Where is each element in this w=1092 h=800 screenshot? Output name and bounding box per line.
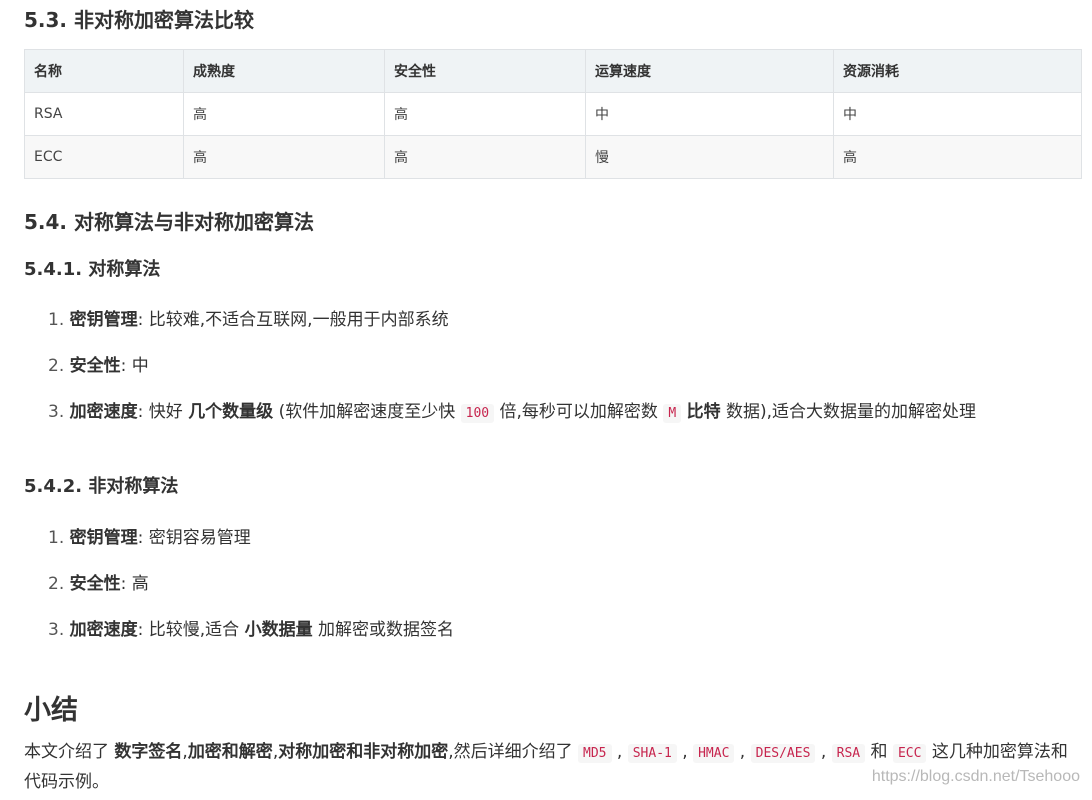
summary-bold: 加密和解密 <box>187 742 273 762</box>
watermark: https://blog.csdn.net/Tsehooo <box>871 768 1080 785</box>
list-item-text: 比较慢,适合 <box>148 620 245 640</box>
summary-paragraph: 本文介绍了 数字签名,加密和解密,对称加密和非对称加密,然后详细介绍了 MD5 … <box>24 738 1082 796</box>
table-header-cell: 资源消耗 <box>833 49 1082 93</box>
inline-code: HMAC <box>693 744 735 763</box>
table-header-cell: 安全性 <box>384 49 586 93</box>
list-separator: : <box>137 310 144 330</box>
list-item: 2. 安全性: 中 <box>48 354 976 400</box>
inline-code: 100 <box>460 404 495 423</box>
list-item: 1. 密钥管理: 密钥容易管理 <box>48 526 454 572</box>
summary-text: , <box>676 742 694 762</box>
list-item-label: 密钥管理 <box>69 528 138 548</box>
list-separator: : <box>137 402 144 422</box>
list-item-label: 加密速度 <box>69 620 138 640</box>
list-item: 2. 安全性: 高 <box>48 572 454 618</box>
list-number: 3. <box>48 620 65 640</box>
list-number: 3. <box>48 402 65 422</box>
table-cell: 中 <box>585 92 834 136</box>
asymmetric-list: 1. 密钥管理: 密钥容易管理 2. 安全性: 高 3. 加密速度: 比较慢,适… <box>48 526 454 664</box>
list-item-bold: 比特 <box>686 402 721 422</box>
table-header-row: 名称 成熟度 安全性 运算速度 资源消耗 <box>24 49 1082 93</box>
list-item-text: 加解密或数据签名 <box>312 620 454 640</box>
table-cell: ECC <box>24 135 184 179</box>
summary-bold: 数字签名 <box>114 742 183 762</box>
list-item-label: 加密速度 <box>69 402 138 422</box>
list-number: 1. <box>48 528 65 548</box>
list-item-text: 密钥容易管理 <box>148 528 251 548</box>
inline-code: MD5 <box>578 744 612 763</box>
list-number: 1. <box>48 310 65 330</box>
list-item-label: 安全性 <box>69 574 121 594</box>
section-5-4-2-heading: 5.4.2. 非对称算法 <box>24 476 179 497</box>
inline-code: ECC <box>892 744 927 763</box>
list-item: 3. 加密速度: 快好 几个数量级 (软件加解密速度至少快 100 倍,每秒可以… <box>48 400 976 446</box>
list-item: 1. 密钥管理: 比较难,不适合互联网,一般用于内部系统 <box>48 308 976 354</box>
list-item-bold: 小数据量 <box>244 620 313 640</box>
inline-code: DES/AES <box>750 744 816 763</box>
summary-text: , <box>815 742 832 762</box>
list-item-text: (软件加解密速度至少快 <box>273 402 461 422</box>
list-item-text: 数据),适合大数据量的加解密处理 <box>720 402 977 422</box>
inline-code: RSA <box>831 744 866 763</box>
table-cell: 中 <box>833 92 1082 136</box>
list-item-text: 比较难,不适合互联网,一般用于内部系统 <box>148 310 449 330</box>
list-number: 2. <box>48 574 65 594</box>
list-item-label: 密钥管理 <box>69 310 138 330</box>
table-header-cell: 运算速度 <box>585 49 834 93</box>
table-cell: 高 <box>384 92 586 136</box>
list-item-label: 安全性 <box>69 356 121 376</box>
list-separator: : <box>120 356 127 376</box>
symmetric-list: 1. 密钥管理: 比较难,不适合互联网,一般用于内部系统 2. 安全性: 中 3… <box>48 308 976 446</box>
table-row: RSA 高 高 中 中 <box>24 92 1082 136</box>
table-cell: RSA <box>24 92 184 136</box>
table-row: ECC 高 高 慢 高 <box>24 135 1082 179</box>
summary-text: , <box>611 742 628 762</box>
summary-text: 本文介绍了 <box>24 742 115 762</box>
section-5-4-heading: 5.4. 对称算法与非对称加密算法 <box>24 210 314 234</box>
table-header-cell: 名称 <box>24 49 184 93</box>
list-item-text: 中 <box>131 356 149 376</box>
list-item-text: 高 <box>131 574 149 594</box>
table-cell: 高 <box>833 135 1082 179</box>
table-cell: 慢 <box>585 135 834 179</box>
section-5-4-1-heading: 5.4.1. 对称算法 <box>24 259 161 280</box>
list-separator: : <box>137 620 144 640</box>
list-separator: : <box>120 574 127 594</box>
table-header-cell: 成熟度 <box>183 49 385 93</box>
summary-bold: 对称加密和非对称加密 <box>278 742 449 762</box>
list-item-text: 快好 <box>148 402 189 422</box>
table-cell: 高 <box>183 135 385 179</box>
summary-text: ,然后详细介绍了 <box>448 742 579 762</box>
inline-code: SHA-1 <box>627 744 677 763</box>
summary-heading: 小结 <box>24 695 78 726</box>
list-item-text: 倍,每秒可以加解密数 <box>494 402 664 422</box>
summary-text: 和 <box>865 742 893 762</box>
table-cell: 高 <box>183 92 385 136</box>
list-item-bold: 几个数量级 <box>188 402 274 422</box>
list-separator: : <box>137 528 144 548</box>
inline-code: M <box>663 404 682 423</box>
list-number: 2. <box>48 356 65 376</box>
section-5-3-heading: 5.3. 非对称加密算法比较 <box>24 8 254 32</box>
asymmetric-comparison-table: 名称 成熟度 安全性 运算速度 资源消耗 RSA 高 高 中 中 ECC 高 高… <box>24 49 1082 179</box>
list-item: 3. 加密速度: 比较慢,适合 小数据量 加解密或数据签名 <box>48 618 454 664</box>
table-cell: 高 <box>384 135 586 179</box>
summary-text: , <box>734 742 751 762</box>
